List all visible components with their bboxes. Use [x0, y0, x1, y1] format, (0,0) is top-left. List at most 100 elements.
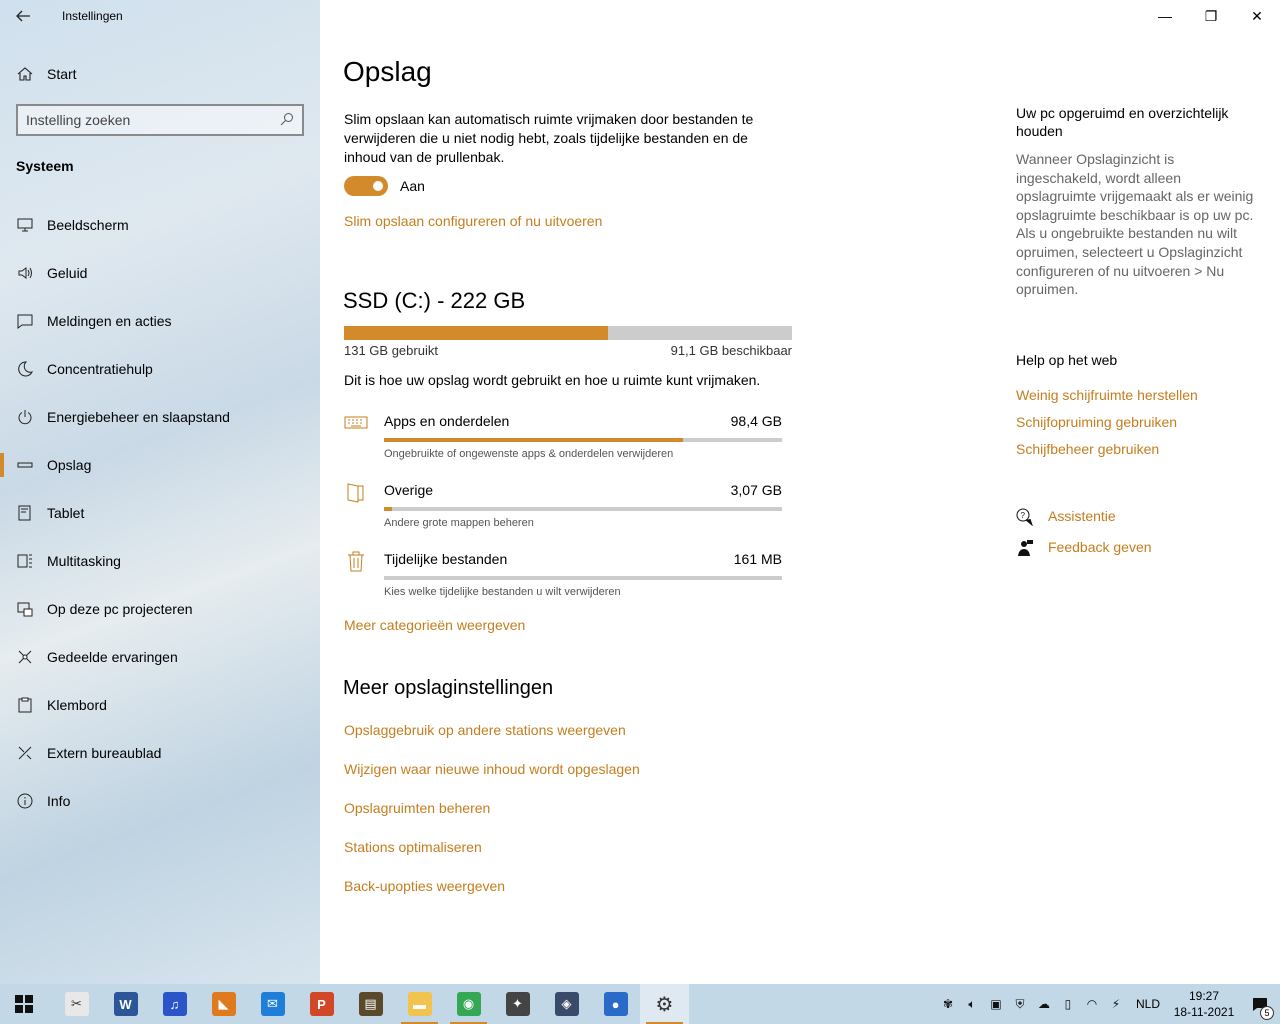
restore-button[interactable]: ❐ — [1188, 0, 1234, 32]
assist-link[interactable]: ? Assistentie — [1016, 508, 1152, 539]
feedback-link[interactable]: Feedback geven — [1016, 539, 1152, 570]
speaker-icon — [16, 264, 34, 282]
sidebar-item-klembord[interactable]: Klembord — [0, 681, 320, 729]
sidebar-item-label: Beeldscherm — [47, 217, 129, 233]
sidebar-item-geluid[interactable]: Geluid — [0, 249, 320, 297]
more-settings-link[interactable]: Stations optimaliseren — [344, 839, 640, 878]
taskbar-app[interactable]: P — [297, 984, 346, 1024]
sidebar: Instellingen Start Instelling zoeken Sys… — [0, 0, 320, 984]
sidebar-item-energiebeheer[interactable]: Energiebeheer en slaapstand — [0, 393, 320, 441]
taskbar-app[interactable]: ◣ — [199, 984, 248, 1024]
more-settings-heading: Meer opslaginstellingen — [343, 677, 554, 699]
chrome-icon: ◉ — [456, 992, 481, 1016]
wifi-icon[interactable]: ◠ — [1080, 984, 1104, 1024]
category-overige[interactable]: Overige 3,07 GB Andere grote mappen behe… — [344, 480, 784, 540]
sidebar-item-label: Start — [47, 66, 77, 82]
storage-icon — [16, 456, 34, 474]
clock-date: 18-11-2021 — [1173, 1005, 1235, 1019]
category-tijdelijke-bestanden[interactable]: Tijdelijke bestanden 161 MB Kies welke t… — [344, 549, 784, 609]
sidebar-item-label: Info — [47, 793, 71, 809]
taskbar-app[interactable]: ◈ — [542, 984, 591, 1024]
sidebar-item-meldingen[interactable]: Meldingen en acties — [0, 297, 320, 345]
close-button[interactable]: ✕ — [1234, 0, 1280, 32]
language-indicator[interactable]: NLD — [1128, 997, 1168, 1011]
title-bar: Instellingen — [0, 0, 320, 32]
sidebar-item-concentratiehulp[interactable]: Concentratiehulp — [0, 345, 320, 393]
clock[interactable]: 19:27 18-11-2021 — [1168, 988, 1240, 1020]
taskbar-app[interactable]: ⚙ — [640, 984, 689, 1024]
taskbar-app[interactable]: ▤ — [346, 984, 395, 1024]
powerpoint-icon: P — [309, 992, 334, 1016]
more-settings-link[interactable]: Opslaggebruik op andere stations weergev… — [344, 722, 640, 761]
onedrive-icon[interactable]: ☁ — [1032, 984, 1056, 1024]
taskbar-app[interactable]: ◉ — [444, 984, 493, 1024]
taskbar-app[interactable]: ▬ — [395, 984, 444, 1024]
sidebar-item-beeldscherm[interactable]: Beeldscherm — [0, 201, 320, 249]
search-icon[interactable] — [280, 112, 294, 129]
sidebar-item-label: Klembord — [47, 697, 107, 713]
help-link[interactable]: Weinig schijfruimte herstellen — [1016, 387, 1198, 414]
more-settings-link[interactable]: Opslagruimten beheren — [344, 800, 640, 839]
sidebar-item-start[interactable]: Start — [0, 56, 320, 92]
tablet-icon — [16, 504, 34, 522]
taskbar-app[interactable]: W — [101, 984, 150, 1024]
notification-icon — [16, 312, 34, 330]
sidebar-item-multitasking[interactable]: Multitasking — [0, 537, 320, 585]
back-arrow-icon[interactable] — [0, 0, 46, 32]
battery-icon[interactable]: ⚡ — [1104, 984, 1128, 1024]
tips-panel: Uw pc opgeruimd en overzichtelijk houden… — [1016, 104, 1256, 299]
minimize-button[interactable]: — — [1142, 0, 1188, 32]
sidebar-item-info[interactable]: Info — [0, 777, 320, 825]
notification-center-icon[interactable]: 5 — [1240, 984, 1280, 1024]
help-link[interactable]: Schijfopruiming gebruiken — [1016, 414, 1198, 441]
category-bar — [384, 507, 782, 511]
taskbar-app[interactable]: ✦ — [493, 984, 542, 1024]
feedback-icon — [1016, 539, 1034, 557]
device-icon[interactable]: ▣ — [984, 984, 1008, 1024]
more-settings-link[interactable]: Wijzigen waar nieuwe inhoud wordt opgesl… — [344, 761, 640, 800]
category-apps[interactable]: Apps en onderdelen 98,4 GB Ongebruikte o… — [344, 411, 784, 471]
clipboard-icon — [16, 696, 34, 714]
windows-start-icon[interactable] — [0, 984, 48, 1024]
tray-app-icon[interactable]: ✾ — [936, 984, 960, 1024]
security-icon[interactable]: ⛨ — [1008, 984, 1032, 1024]
volume-icon[interactable]: 🔈︎ — [960, 984, 984, 1024]
sidebar-item-tablet[interactable]: Tablet — [0, 489, 320, 537]
page-title: Opslag — [343, 56, 432, 87]
taskbar-app[interactable]: ♫ — [150, 984, 199, 1024]
sidebar-item-label: Opslag — [47, 457, 92, 473]
more-categories-link[interactable]: Meer categorieën weergeven — [344, 617, 525, 633]
sidebar-item-gedeelde-ervaringen[interactable]: Gedeelde ervaringen — [0, 633, 320, 681]
search-input[interactable]: Instelling zoeken — [16, 104, 304, 136]
taskbar-app[interactable]: ● — [591, 984, 640, 1024]
usb-icon[interactable]: ▯ — [1056, 984, 1080, 1024]
project-icon — [16, 600, 34, 618]
storage-sense-description: Slim opslaan kan automatisch ruimte vrij… — [344, 111, 754, 165]
settings-gear-icon: ⚙ — [655, 993, 674, 1016]
feedback-label: Feedback geven — [1048, 539, 1152, 555]
file-explorer-icon: ▬ — [407, 992, 432, 1016]
taskbar: ✂ W ♫ ◣ ✉ P ▤ ▬ ◉ ✦ ◈ ● ⚙ ✾ 🔈︎ ▣ ⛨ ☁ ▯ ◠ ⚡ NLD 19:27… — [0, 984, 1280, 1024]
vm-icon: ◈ — [554, 992, 579, 1016]
photo-app-icon: ◣ — [211, 992, 236, 1016]
taskbar-apps: ✂ W ♫ ◣ ✉ P ▤ ▬ ◉ ✦ ◈ ● ⚙ — [52, 984, 689, 1024]
app-icon: ✦ — [505, 992, 530, 1016]
help-link[interactable]: Schijfbeheer gebruiken — [1016, 441, 1198, 468]
configure-storage-sense-link[interactable]: Slim opslaan configureren of nu uitvoere… — [344, 213, 602, 229]
taskbar-app[interactable]: ✂ — [52, 984, 101, 1024]
sidebar-item-label: Multitasking — [47, 553, 121, 569]
drive-usage-fill — [344, 326, 609, 340]
drive-free-label: 91,1 GB beschikbaar — [670, 343, 792, 358]
sidebar-item-extern-bureaublad[interactable]: Extern bureaublad — [0, 729, 320, 777]
shared-icon — [16, 648, 34, 666]
category-subtitle: Ongebruikte of ongewenste apps & onderde… — [384, 448, 674, 460]
thunderbird-icon: ● — [603, 992, 628, 1016]
sidebar-item-projecteren[interactable]: Op deze pc projecteren — [0, 585, 320, 633]
sidebar-item-opslag[interactable]: Opslag — [0, 441, 320, 489]
taskbar-app[interactable]: ✉ — [248, 984, 297, 1024]
more-settings-link[interactable]: Back-upopties weergeven — [344, 878, 640, 917]
multitasking-icon — [16, 552, 34, 570]
category-bar — [384, 576, 782, 580]
category-name: Apps en onderdelen — [384, 413, 510, 429]
storage-sense-toggle[interactable] — [344, 176, 388, 196]
